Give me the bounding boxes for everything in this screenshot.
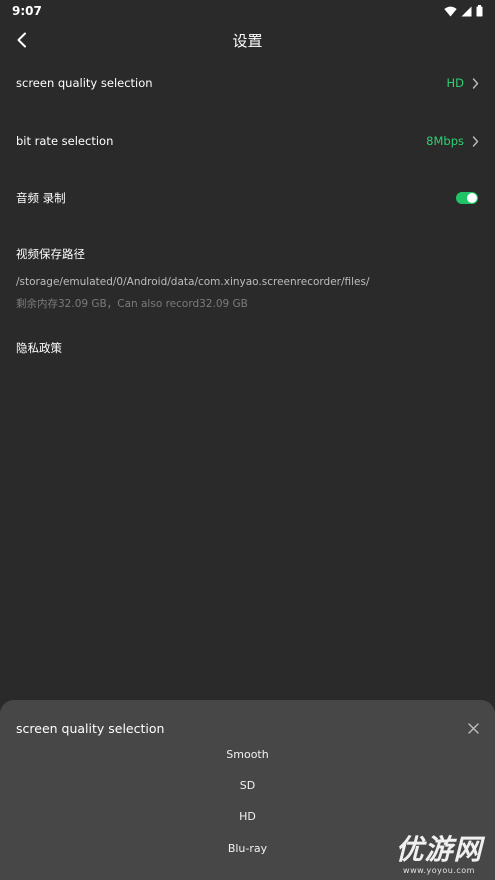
app-bar: 设置	[0, 22, 495, 58]
battery-icon	[476, 5, 483, 17]
back-button[interactable]	[8, 26, 36, 54]
page-title: 设置	[232, 31, 263, 50]
toggle-knob	[467, 193, 477, 203]
option-hd[interactable]: HD	[0, 802, 495, 830]
sheet-close-button[interactable]	[465, 720, 481, 736]
status-bar: 9:07	[0, 0, 495, 22]
watermark-text: 优游网	[395, 833, 483, 866]
screen-quality-right: HD	[446, 76, 479, 90]
status-time: 9:07	[12, 4, 42, 18]
audio-recording-row: 音频 录制	[0, 178, 495, 218]
wifi-icon	[444, 6, 457, 16]
quality-bottom-sheet: screen quality selection Smooth SD HD Bl…	[0, 700, 495, 880]
bit-rate-right: 8Mbps	[426, 134, 479, 148]
chevron-right-icon	[472, 135, 479, 147]
bit-rate-value: 8Mbps	[426, 134, 464, 148]
chevron-right-icon	[472, 77, 479, 89]
status-icons	[444, 5, 483, 17]
back-arrow-icon	[17, 32, 26, 48]
sheet-title: screen quality selection	[16, 721, 165, 736]
option-sd[interactable]: SD	[0, 771, 495, 799]
privacy-policy-label: 隐私政策	[16, 341, 62, 355]
screen-quality-label: screen quality selection	[16, 76, 153, 90]
save-path-section[interactable]: 视频保存路径 /storage/emulated/0/Android/data/…	[16, 246, 476, 311]
settings-screen: 9:07 设置 screen quality selection HD bit …	[0, 0, 495, 880]
audio-recording-toggle[interactable]	[456, 192, 478, 204]
privacy-policy-row[interactable]: 隐私政策	[0, 328, 495, 368]
option-smooth[interactable]: Smooth	[0, 740, 495, 768]
save-path-label: 视频保存路径	[16, 247, 85, 261]
close-icon	[467, 722, 479, 734]
watermark-url: www.yoyou.com	[403, 866, 475, 875]
bit-rate-label: bit rate selection	[16, 134, 114, 148]
watermark-logo: 优游网 www.yoyou.com	[389, 834, 489, 878]
audio-recording-label: 音频 录制	[16, 191, 66, 205]
screen-quality-row[interactable]: screen quality selection HD	[0, 63, 495, 103]
storage-info: 剩余内存32.09 GB，Can also record32.09 GB	[16, 298, 248, 310]
screen-quality-value: HD	[446, 76, 464, 90]
save-path-value: /storage/emulated/0/Android/data/com.xin…	[16, 276, 370, 288]
signal-icon	[461, 6, 472, 16]
bit-rate-row[interactable]: bit rate selection 8Mbps	[0, 121, 495, 161]
